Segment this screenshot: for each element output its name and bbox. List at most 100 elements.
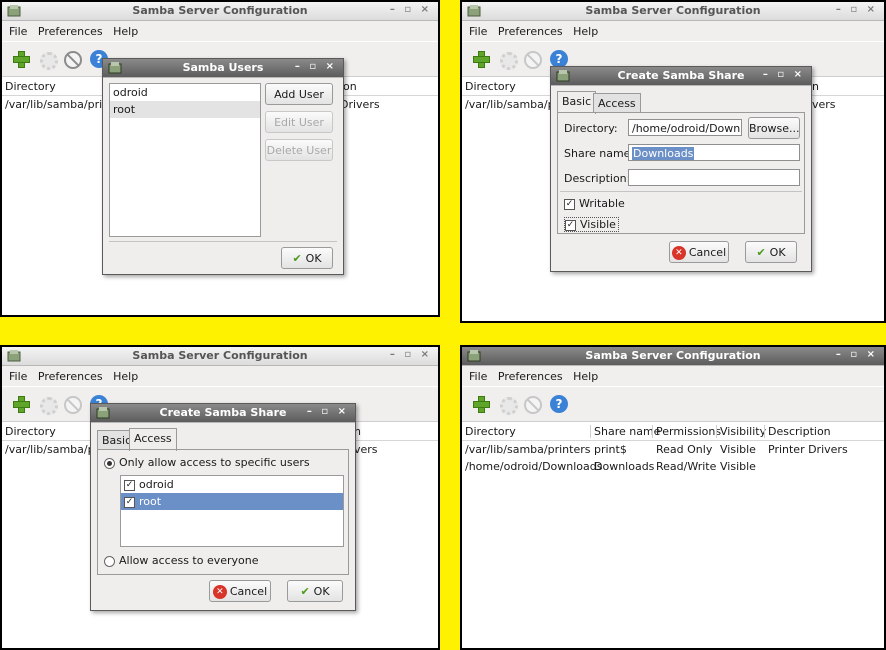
menu-preferences[interactable]: Preferences bbox=[38, 370, 103, 383]
help-icon[interactable]: ? bbox=[550, 395, 568, 413]
cell-directory: /var/lib/samba/printers bbox=[465, 443, 591, 456]
window-controls[interactable]: – ▫ × bbox=[836, 4, 878, 15]
column-share-name[interactable]: Share name bbox=[590, 425, 660, 438]
access-users-list[interactable]: ✓ odroid ✓ root bbox=[120, 475, 344, 547]
share-name-value: Downloads bbox=[632, 147, 695, 160]
visible-label: Visible bbox=[580, 218, 616, 231]
cell-visibility: Visible bbox=[720, 460, 756, 473]
menu-file[interactable]: File bbox=[9, 370, 27, 383]
list-item[interactable]: root bbox=[110, 101, 260, 118]
edit-user-button[interactable]: Edit User bbox=[265, 111, 333, 133]
basic-panel: Directory: /home/odroid/Downloa Browse..… bbox=[557, 112, 805, 234]
column-directory[interactable]: Directory bbox=[5, 425, 56, 438]
cancel-button[interactable]: ✕ Cancel bbox=[669, 241, 729, 263]
tab-access[interactable]: Access bbox=[129, 428, 177, 451]
add-share-icon[interactable] bbox=[472, 50, 490, 68]
menu-help[interactable]: Help bbox=[113, 370, 138, 383]
create-share-titlebar: Create Samba Share – ▫ × bbox=[551, 67, 811, 86]
browse-button[interactable]: Browse... bbox=[748, 117, 800, 139]
window-controls[interactable]: – ▫ × bbox=[295, 61, 337, 72]
menubar: File Preferences Help bbox=[462, 21, 884, 41]
tab-access[interactable]: Access bbox=[593, 93, 641, 113]
add-share-icon[interactable] bbox=[12, 395, 30, 413]
window-controls[interactable]: – ▫ × bbox=[763, 69, 805, 80]
cell-permissions: Read Only bbox=[656, 443, 713, 456]
menu-file[interactable]: File bbox=[9, 25, 27, 38]
checkbox-checked-icon[interactable]: ✓ bbox=[124, 479, 135, 491]
column-description-partial[interactable]: n bbox=[812, 80, 819, 93]
menu-help[interactable]: Help bbox=[573, 370, 598, 383]
writable-label: Writable bbox=[579, 197, 625, 210]
column-description[interactable]: Description bbox=[764, 425, 831, 438]
menu-file[interactable]: File bbox=[469, 25, 487, 38]
tab-basic[interactable]: Basic bbox=[557, 91, 597, 114]
delete-user-button[interactable]: Delete User bbox=[265, 139, 333, 161]
window-controls[interactable]: – ▫ × bbox=[390, 349, 432, 360]
divider bbox=[109, 241, 337, 242]
delete-share-icon[interactable] bbox=[64, 51, 82, 69]
access-panel: Only allow access to specific users ✓ odr… bbox=[97, 449, 349, 575]
cell-share-name: Downloads bbox=[594, 460, 655, 473]
window-controls[interactable]: – ▫ × bbox=[390, 4, 432, 15]
window-controls[interactable]: – ▫ × bbox=[836, 349, 878, 360]
column-permissions[interactable]: Permissions bbox=[652, 425, 721, 438]
create-share-titlebar: Create Samba Share – ▫ × bbox=[91, 404, 355, 423]
writable-checkbox[interactable]: ✓ Writable bbox=[564, 197, 625, 210]
ok-button[interactable]: ✔ OK bbox=[287, 580, 343, 602]
cancel-button[interactable]: ✕ Cancel bbox=[209, 580, 271, 602]
menu-preferences[interactable]: Preferences bbox=[38, 25, 103, 38]
checkbox-checked-icon: ✓ bbox=[564, 198, 575, 210]
visible-checkbox[interactable]: ✓ Visible bbox=[564, 217, 619, 232]
properties-icon[interactable] bbox=[40, 52, 58, 70]
cell-visibility: Visible bbox=[720, 443, 756, 456]
properties-icon[interactable] bbox=[500, 52, 518, 70]
users-list[interactable]: odroid root bbox=[109, 83, 261, 237]
delete-share-icon[interactable] bbox=[524, 51, 542, 69]
properties-icon[interactable] bbox=[500, 397, 518, 415]
menu-preferences[interactable]: Preferences bbox=[498, 25, 563, 38]
cell-permissions: Read/Write bbox=[656, 460, 717, 473]
tab-bar: Basic Access bbox=[97, 428, 337, 451]
description-field[interactable] bbox=[628, 169, 800, 186]
add-user-button[interactable]: Add User bbox=[265, 83, 333, 105]
list-item[interactable]: ✓ odroid bbox=[121, 476, 343, 493]
ok-button[interactable]: ✔ OK bbox=[745, 241, 797, 263]
list-item[interactable]: odroid bbox=[110, 84, 260, 101]
screenshot-create-share-basic: Samba Server Configuration – ▫ × File Pr… bbox=[460, 0, 886, 323]
main-window-titlebar: Samba Server Configuration – ▫ × bbox=[2, 347, 438, 366]
screenshot-users-dialog: Samba Server Configuration – ▫ × File Pr… bbox=[0, 0, 440, 317]
table-header: Directory Share name Permissions Visibil… bbox=[462, 423, 884, 441]
main-window-titlebar: Samba Server Configuration – ▫ × bbox=[462, 347, 884, 366]
delete-share-icon[interactable] bbox=[64, 396, 82, 414]
column-directory[interactable]: Directory bbox=[5, 80, 56, 93]
checkbox-checked-icon[interactable]: ✓ bbox=[124, 496, 135, 508]
ok-button[interactable]: ✔ OK bbox=[281, 247, 333, 269]
menu-help[interactable]: Help bbox=[573, 25, 598, 38]
menu-file[interactable]: File bbox=[469, 370, 487, 383]
table-row[interactable]: /home/odroid/Downloads Downloads Read/Wr… bbox=[462, 458, 884, 475]
menu-help[interactable]: Help bbox=[113, 25, 138, 38]
checkbox-checked-icon: ✓ bbox=[565, 219, 576, 231]
main-window-titlebar: Samba Server Configuration – ▫ × bbox=[462, 2, 884, 21]
everyone-radio[interactable]: Allow access to everyone bbox=[104, 554, 259, 567]
directory-label: Directory: bbox=[564, 122, 618, 135]
delete-share-icon[interactable] bbox=[524, 396, 542, 414]
list-item[interactable]: ✓ root bbox=[121, 493, 343, 510]
specific-users-label: Only allow access to specific users bbox=[119, 456, 310, 469]
user-label: odroid bbox=[139, 478, 174, 491]
directory-field[interactable]: /home/odroid/Downloa bbox=[628, 119, 742, 136]
window-controls[interactable]: – ▫ × bbox=[307, 406, 349, 417]
share-name-field[interactable]: Downloads bbox=[628, 144, 800, 161]
column-directory[interactable]: Directory bbox=[465, 80, 516, 93]
radio-selected-icon bbox=[104, 457, 115, 469]
check-icon: ✔ bbox=[292, 252, 302, 265]
column-directory[interactable]: Directory bbox=[465, 425, 516, 438]
screenshot-create-share-access: Samba Server Configuration – ▫ × File Pr… bbox=[0, 345, 440, 650]
add-share-icon[interactable] bbox=[472, 395, 490, 413]
column-visibility[interactable]: Visibility bbox=[716, 425, 766, 438]
menu-preferences[interactable]: Preferences bbox=[498, 370, 563, 383]
table-row[interactable]: /var/lib/samba/printers print$ Read Only… bbox=[462, 441, 884, 458]
add-share-icon[interactable] bbox=[12, 50, 30, 68]
specific-users-radio[interactable]: Only allow access to specific users bbox=[104, 456, 310, 469]
properties-icon[interactable] bbox=[40, 397, 58, 415]
